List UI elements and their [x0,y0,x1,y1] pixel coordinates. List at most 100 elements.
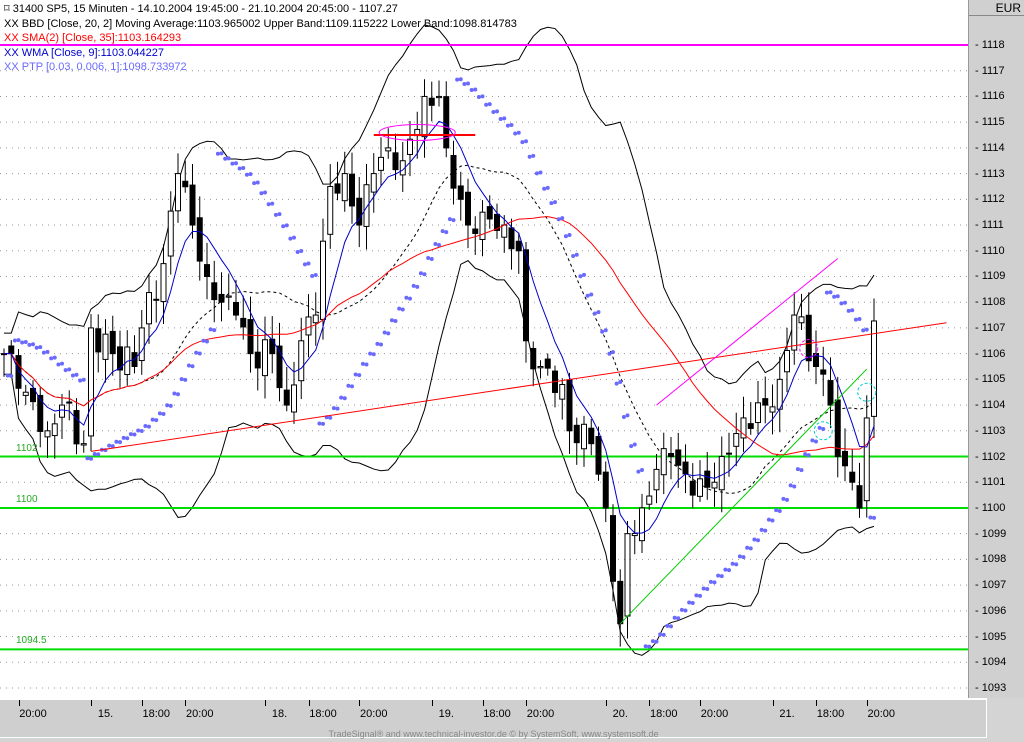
parabolic-sar-dot [81,377,86,382]
candle-body [849,471,856,483]
parabolic-sar-dot [654,639,659,644]
parabolic-sar-dot [404,295,409,300]
parabolic-sar-dot [157,411,162,416]
parabolic-sar-dot [331,406,336,411]
candle-body [573,424,580,444]
parabolic-sar-dot [273,212,278,217]
parabolic-sar-dot [52,355,57,360]
candle-body [639,507,645,542]
parabolic-sar-dot [752,537,757,542]
parabolic-sar-dot [85,456,90,461]
parabolic-sar-dot [38,345,43,350]
parabolic-sar-dot [611,350,615,355]
parabolic-sar-dot [190,364,195,369]
parabolic-sar-dot [371,352,376,357]
candle-body [407,138,413,155]
parabolic-sar-dot [694,593,699,598]
parabolic-sar-dot [636,469,641,474]
parabolic-sar-dot [756,538,760,543]
x-tick [265,700,266,706]
parabolic-sar-dot [814,439,818,444]
candle-body [544,358,551,369]
parabolic-sar-dot [625,413,630,418]
parabolic-sar-dot [824,290,829,295]
parabolic-sar-dot [451,218,456,223]
y-tick-label: - 1116 [975,90,1005,103]
candle-body [22,391,29,396]
legend-sma: XX SMA(2) [Close, 35]:1103.164293 [4,32,182,44]
legend-bbd: XX BBD [Close, 20, 2] Moving Average:110… [4,17,517,30]
parabolic-sar-dot [183,377,188,382]
x-tick [526,700,527,706]
parabolic-sar-dot [701,586,706,591]
x-tick-label: 20:00 [359,708,388,720]
parabolic-sar-dot [223,156,228,161]
parabolic-sar-dot [70,373,75,378]
parabolic-sar-dot [248,172,253,177]
legend-ptp: XX PTP [0.03, 0.006, 1]:1098.733972 [4,61,187,73]
parabolic-sar-dot [259,191,264,196]
parabolic-sar-dot [295,249,300,254]
y-tick-label: - 1101 [975,476,1006,489]
parabolic-sar-dot [426,256,431,261]
parabolic-sar-dot [774,508,779,513]
chart-icon: ⌑ [4,3,13,15]
candle-body [646,495,653,505]
parabolic-sar-dot [168,403,173,408]
parabolic-sar-dot [698,593,702,598]
parabolic-sar-dot [799,468,804,473]
parabolic-sar-dot [310,273,315,278]
y-tick-label: - 1093 [975,682,1007,694]
x-tick-label: 18:00 [816,708,845,720]
parabolic-sar-dot [437,243,441,248]
candle-body [697,478,703,497]
candle-body [856,485,863,509]
parabolic-sar-dot [219,151,224,156]
candle-body [624,533,631,617]
y-tick-label: - 1107 [975,321,1006,334]
candle-body [689,480,696,496]
candle-body [660,448,667,476]
parabolic-sar-dot [433,242,438,247]
candle-body [80,443,87,446]
parabolic-sar-dot [491,110,496,115]
parabolic-sar-dot [422,272,427,277]
parabolic-sar-dot [850,308,855,313]
parabolic-sar-dot [408,296,412,301]
candle-body [805,314,812,362]
y-tick-label: - 1111 [975,219,1004,232]
parabolic-sar-dot [208,327,213,332]
y-tick-label: - 1117 [975,64,1005,77]
candle-body [153,298,160,301]
parabolic-sar-dot [545,185,550,190]
parabolic-sar-dot [643,644,648,649]
parabolic-sar-dot [582,272,586,277]
parabolic-sar-dot [788,483,793,488]
parabolic-sar-dot [244,172,249,177]
parabolic-sar-dot [313,273,318,278]
parabolic-sar-dot [661,632,666,637]
parabolic-sar-dot [357,373,362,378]
parabolic-sar-dot [12,338,17,343]
y-tick-label: - 1108 [975,296,1006,309]
x-tick [649,700,651,706]
parabolic-sar-dot [614,381,619,386]
parabolic-sar-dot [255,180,260,185]
parabolic-sar-dot [125,436,130,441]
parabolic-sar-dot [665,623,670,628]
parabolic-sar-dot [375,341,380,346]
parabolic-sar-dot [534,171,539,176]
parabolic-sar-dot [299,249,304,254]
y-tick-label: - 1109 [975,270,1006,283]
candle-body [798,316,805,324]
price-chart[interactable]: 1102 1100 1094.5 ⌑ 31400 SP5, 15 Minuten -… [0,0,968,698]
price-axis[interactable]: EUR - 1093 - 1094 - 1095 - 1096 - 1097 - 1098… [968,0,1024,698]
parabolic-sar-dot [748,546,753,551]
y-tick-label: - 1098 [975,553,1007,566]
parabolic-sar-dot [466,81,470,86]
parabolic-sar-dot [585,293,590,298]
candle-body [218,293,225,303]
candle-body [15,355,22,389]
candle-body [515,240,522,252]
parabolic-sar-dot [549,201,554,206]
